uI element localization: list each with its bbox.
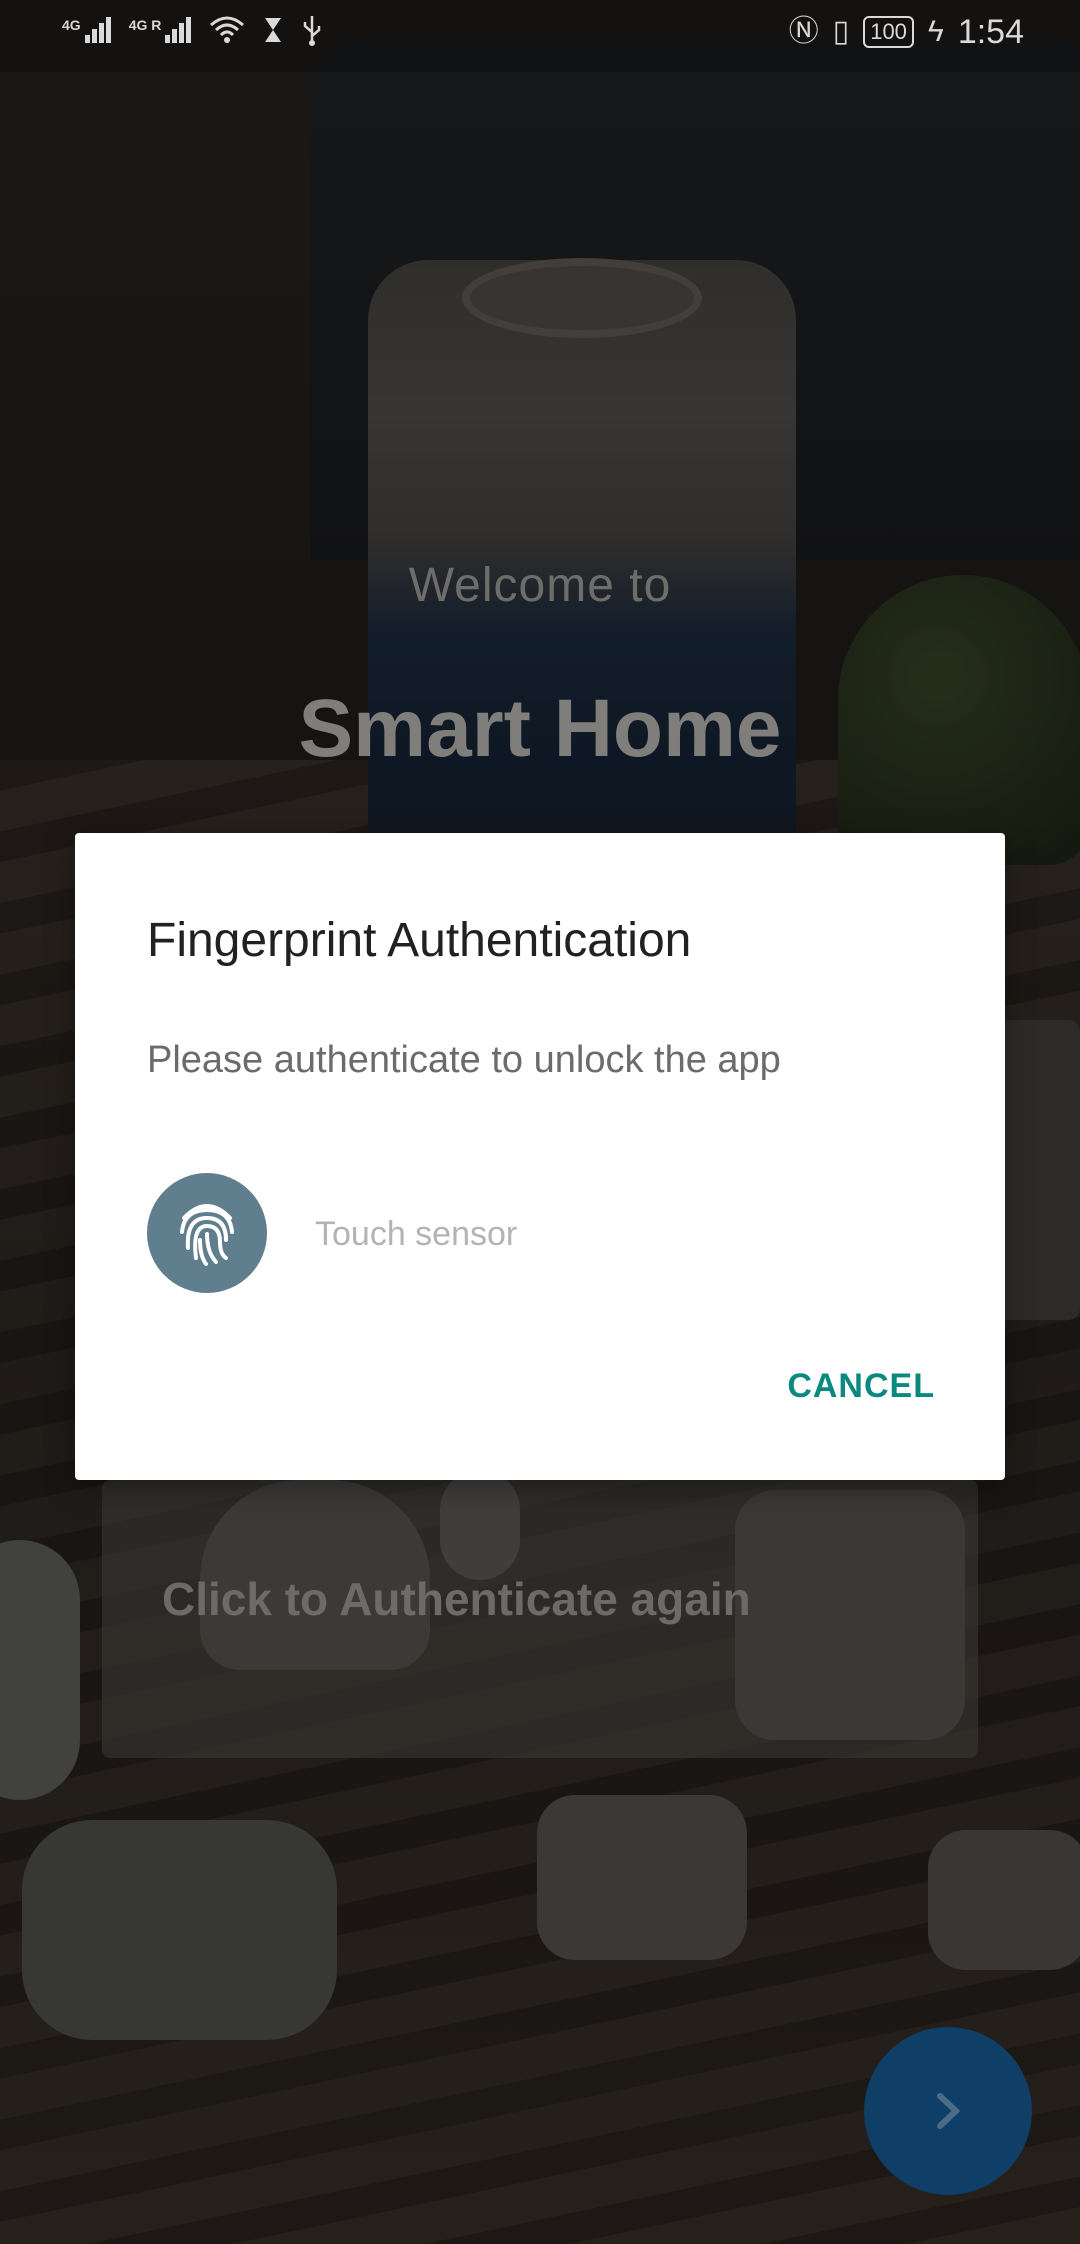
network-type-2: 4G R <box>128 17 162 33</box>
cancel-button[interactable]: CANCEL <box>787 1367 935 1406</box>
cellular-signal-icon-2: 4G R <box>129 17 192 43</box>
sensor-status: Touch sensor <box>315 1215 518 1253</box>
hourglass-icon <box>265 18 282 42</box>
fingerprint-icon <box>147 1173 267 1293</box>
chevron-right-icon <box>937 2093 961 2129</box>
fingerprint-dialog: Fingerprint Authentication Please authen… <box>75 833 1005 1480</box>
dialog-title: Fingerprint Authentication <box>147 914 692 967</box>
clock: 1:54 <box>957 12 1024 51</box>
charging-icon: ϟ <box>927 15 944 48</box>
dialog-message: Please authenticate to unlock the app <box>147 1039 781 1081</box>
battery-icon: 100 <box>863 16 914 48</box>
nfc-icon: Ⓝ <box>788 15 819 48</box>
next-button[interactable] <box>864 2027 1032 2195</box>
welcome-subtitle: Welcome to <box>408 559 672 612</box>
vibrate-icon: ▯ <box>832 15 850 48</box>
app-title: Smart Home <box>298 683 782 774</box>
cellular-signal-icon: 4G <box>62 17 111 43</box>
authenticate-again-button[interactable]: Click to Authenticate again <box>102 1480 978 1758</box>
wifi-icon <box>210 16 245 43</box>
network-type-1: 4G <box>62 17 81 33</box>
authenticate-again-label: Click to Authenticate again <box>162 1573 751 1625</box>
status-bar: 4G 4G R Ⓝ ▯ 100 ϟ 1:54 <box>0 0 1080 72</box>
usb-icon <box>304 16 321 46</box>
